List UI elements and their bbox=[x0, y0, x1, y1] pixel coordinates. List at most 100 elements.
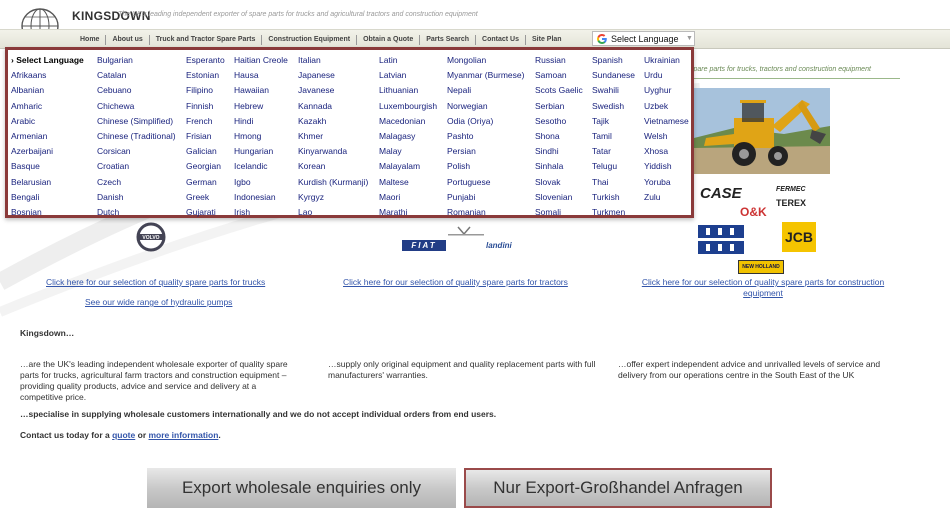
language-option-hmong[interactable]: Hmong bbox=[234, 129, 298, 144]
language-option-thai[interactable]: Thai bbox=[592, 175, 644, 190]
hydraulic-pumps-link[interactable]: See our wide range of hydraulic pumps bbox=[85, 297, 232, 307]
language-option-danish[interactable]: Danish bbox=[97, 190, 186, 205]
language-option-bengali[interactable]: Bengali bbox=[11, 190, 97, 205]
language-option-swahili[interactable]: Swahili bbox=[592, 83, 644, 98]
language-option-samoan[interactable]: Samoan bbox=[535, 68, 592, 83]
export-enquiries-banner-en[interactable]: Export wholesale enquiries only bbox=[147, 468, 456, 508]
language-option-javanese[interactable]: Javanese bbox=[298, 83, 379, 98]
language-option-azerbaijani[interactable]: Azerbaijani bbox=[11, 144, 97, 159]
language-option-filipino[interactable]: Filipino bbox=[186, 83, 234, 98]
language-option-sinhala[interactable]: Sinhala bbox=[535, 159, 592, 174]
language-option-sindhi[interactable]: Sindhi bbox=[535, 144, 592, 159]
language-option-xhosa[interactable]: Xhosa bbox=[644, 144, 696, 159]
language-option-somali[interactable]: Somali bbox=[535, 205, 592, 220]
language-option-dutch[interactable]: Dutch bbox=[97, 205, 186, 220]
nav-item-about-us[interactable]: About us bbox=[105, 35, 148, 45]
language-option-georgian[interactable]: Georgian bbox=[186, 159, 234, 174]
language-option-romanian[interactable]: Romanian bbox=[447, 205, 535, 220]
language-option-korean[interactable]: Korean bbox=[298, 159, 379, 174]
language-option-ukrainian[interactable]: Ukrainian bbox=[644, 53, 696, 68]
language-option-greek[interactable]: Greek bbox=[186, 190, 234, 205]
language-option-finnish[interactable]: Finnish bbox=[186, 99, 234, 114]
language-option-malagasy[interactable]: Malagasy bbox=[379, 129, 447, 144]
language-option-kyrgyz[interactable]: Kyrgyz bbox=[298, 190, 379, 205]
language-option-chinese-simplified[interactable]: Chinese (Simplified) bbox=[97, 114, 186, 129]
language-option-czech[interactable]: Czech bbox=[97, 175, 186, 190]
language-option-polish[interactable]: Polish bbox=[447, 159, 535, 174]
language-option-kazakh[interactable]: Kazakh bbox=[298, 114, 379, 129]
language-option-indonesian[interactable]: Indonesian bbox=[234, 190, 298, 205]
language-option-luxembourgish[interactable]: Luxembourgish bbox=[379, 99, 447, 114]
language-option-swedish[interactable]: Swedish bbox=[592, 99, 644, 114]
language-option-arabic[interactable]: Arabic bbox=[11, 114, 97, 129]
language-option-kinyarwanda[interactable]: Kinyarwanda bbox=[298, 144, 379, 159]
language-option-icelandic[interactable]: Icelandic bbox=[234, 159, 298, 174]
language-option-tatar[interactable]: Tatar bbox=[592, 144, 644, 159]
language-option-armenian[interactable]: Armenian bbox=[11, 129, 97, 144]
language-option-japanese[interactable]: Japanese bbox=[298, 68, 379, 83]
language-option-french[interactable]: French bbox=[186, 114, 234, 129]
language-option-malay[interactable]: Malay bbox=[379, 144, 447, 159]
language-option-punjabi[interactable]: Punjabi bbox=[447, 190, 535, 205]
language-option-frisian[interactable]: Frisian bbox=[186, 129, 234, 144]
language-option-zulu[interactable]: Zulu bbox=[644, 190, 696, 205]
nav-item-parts-search[interactable]: Parts Search bbox=[419, 35, 475, 45]
language-option-nepali[interactable]: Nepali bbox=[447, 83, 535, 98]
language-option-esperanto[interactable]: Esperanto bbox=[186, 53, 234, 68]
language-option-sundanese[interactable]: Sundanese bbox=[592, 68, 644, 83]
language-option-tamil[interactable]: Tamil bbox=[592, 129, 644, 144]
nav-item-truck-and-tractor-spare-parts[interactable]: Truck and Tractor Spare Parts bbox=[148, 35, 262, 45]
language-option-lithuanian[interactable]: Lithuanian bbox=[379, 83, 447, 98]
language-option-haitian-creole[interactable]: Haitian Creole bbox=[234, 53, 298, 68]
language-option-lao[interactable]: Lao bbox=[298, 205, 379, 220]
quote-link[interactable]: quote bbox=[112, 430, 135, 440]
language-option-amharic[interactable]: Amharic bbox=[11, 99, 97, 114]
language-option-cebuano[interactable]: Cebuano bbox=[97, 83, 186, 98]
language-option-chinese-traditional[interactable]: Chinese (Traditional) bbox=[97, 129, 186, 144]
language-option-irish[interactable]: Irish bbox=[234, 205, 298, 220]
language-option-scots-gaelic[interactable]: Scots Gaelic bbox=[535, 83, 592, 98]
export-enquiries-banner-de[interactable]: Nur Export-Großhandel Anfragen bbox=[464, 468, 772, 508]
language-option-persian[interactable]: Persian bbox=[447, 144, 535, 159]
language-option-khmer[interactable]: Khmer bbox=[298, 129, 379, 144]
language-option-hungarian[interactable]: Hungarian bbox=[234, 144, 298, 159]
language-option-uyghur[interactable]: Uyghur bbox=[644, 83, 696, 98]
language-option-albanian[interactable]: Albanian bbox=[11, 83, 97, 98]
language-option-maori[interactable]: Maori bbox=[379, 190, 447, 205]
language-option-telugu[interactable]: Telugu bbox=[592, 159, 644, 174]
language-option-turkish[interactable]: Turkish bbox=[592, 190, 644, 205]
language-option-turkmen[interactable]: Turkmen bbox=[592, 205, 644, 220]
language-option-hausa[interactable]: Hausa bbox=[234, 68, 298, 83]
language-option-latvian[interactable]: Latvian bbox=[379, 68, 447, 83]
language-option-belarusian[interactable]: Belarusian bbox=[11, 175, 97, 190]
language-option-hindi[interactable]: Hindi bbox=[234, 114, 298, 129]
language-option-hawaiian[interactable]: Hawaiian bbox=[234, 83, 298, 98]
language-option-russian[interactable]: Russian bbox=[535, 53, 592, 68]
language-option-gujarati[interactable]: Gujarati bbox=[186, 205, 234, 220]
language-option-yoruba[interactable]: Yoruba bbox=[644, 175, 696, 190]
language-option-bulgarian[interactable]: Bulgarian bbox=[97, 53, 186, 68]
language-option-corsican[interactable]: Corsican bbox=[97, 144, 186, 159]
language-option-estonian[interactable]: Estonian bbox=[186, 68, 234, 83]
language-option-chichewa[interactable]: Chichewa bbox=[97, 99, 186, 114]
language-option-basque[interactable]: Basque bbox=[11, 159, 97, 174]
language-option-pashto[interactable]: Pashto bbox=[447, 129, 535, 144]
language-option-vietnamese[interactable]: Vietnamese bbox=[644, 114, 696, 129]
language-option-marathi[interactable]: Marathi bbox=[379, 205, 447, 220]
construction-link[interactable]: Click here for our selection of quality … bbox=[628, 277, 898, 299]
nav-item-contact-us[interactable]: Contact Us bbox=[475, 35, 525, 45]
language-option-croatian[interactable]: Croatian bbox=[97, 159, 186, 174]
trucks-link[interactable]: Click here for our selection of quality … bbox=[46, 277, 265, 287]
language-option-mongolian[interactable]: Mongolian bbox=[447, 53, 535, 68]
language-option-slovenian[interactable]: Slovenian bbox=[535, 190, 592, 205]
language-option-latin[interactable]: Latin bbox=[379, 53, 447, 68]
language-option-welsh[interactable]: Welsh bbox=[644, 129, 696, 144]
language-option-shona[interactable]: Shona bbox=[535, 129, 592, 144]
language-option-german[interactable]: German bbox=[186, 175, 234, 190]
language-option-igbo[interactable]: Igbo bbox=[234, 175, 298, 190]
language-option-malayalam[interactable]: Malayalam bbox=[379, 159, 447, 174]
nav-item-site-plan[interactable]: Site Plan bbox=[525, 35, 568, 45]
language-option-myanmar-burmese[interactable]: Myanmar (Burmese) bbox=[447, 68, 535, 83]
language-option-select-language[interactable]: › Select Language bbox=[11, 53, 97, 68]
language-option-macedonian[interactable]: Macedonian bbox=[379, 114, 447, 129]
